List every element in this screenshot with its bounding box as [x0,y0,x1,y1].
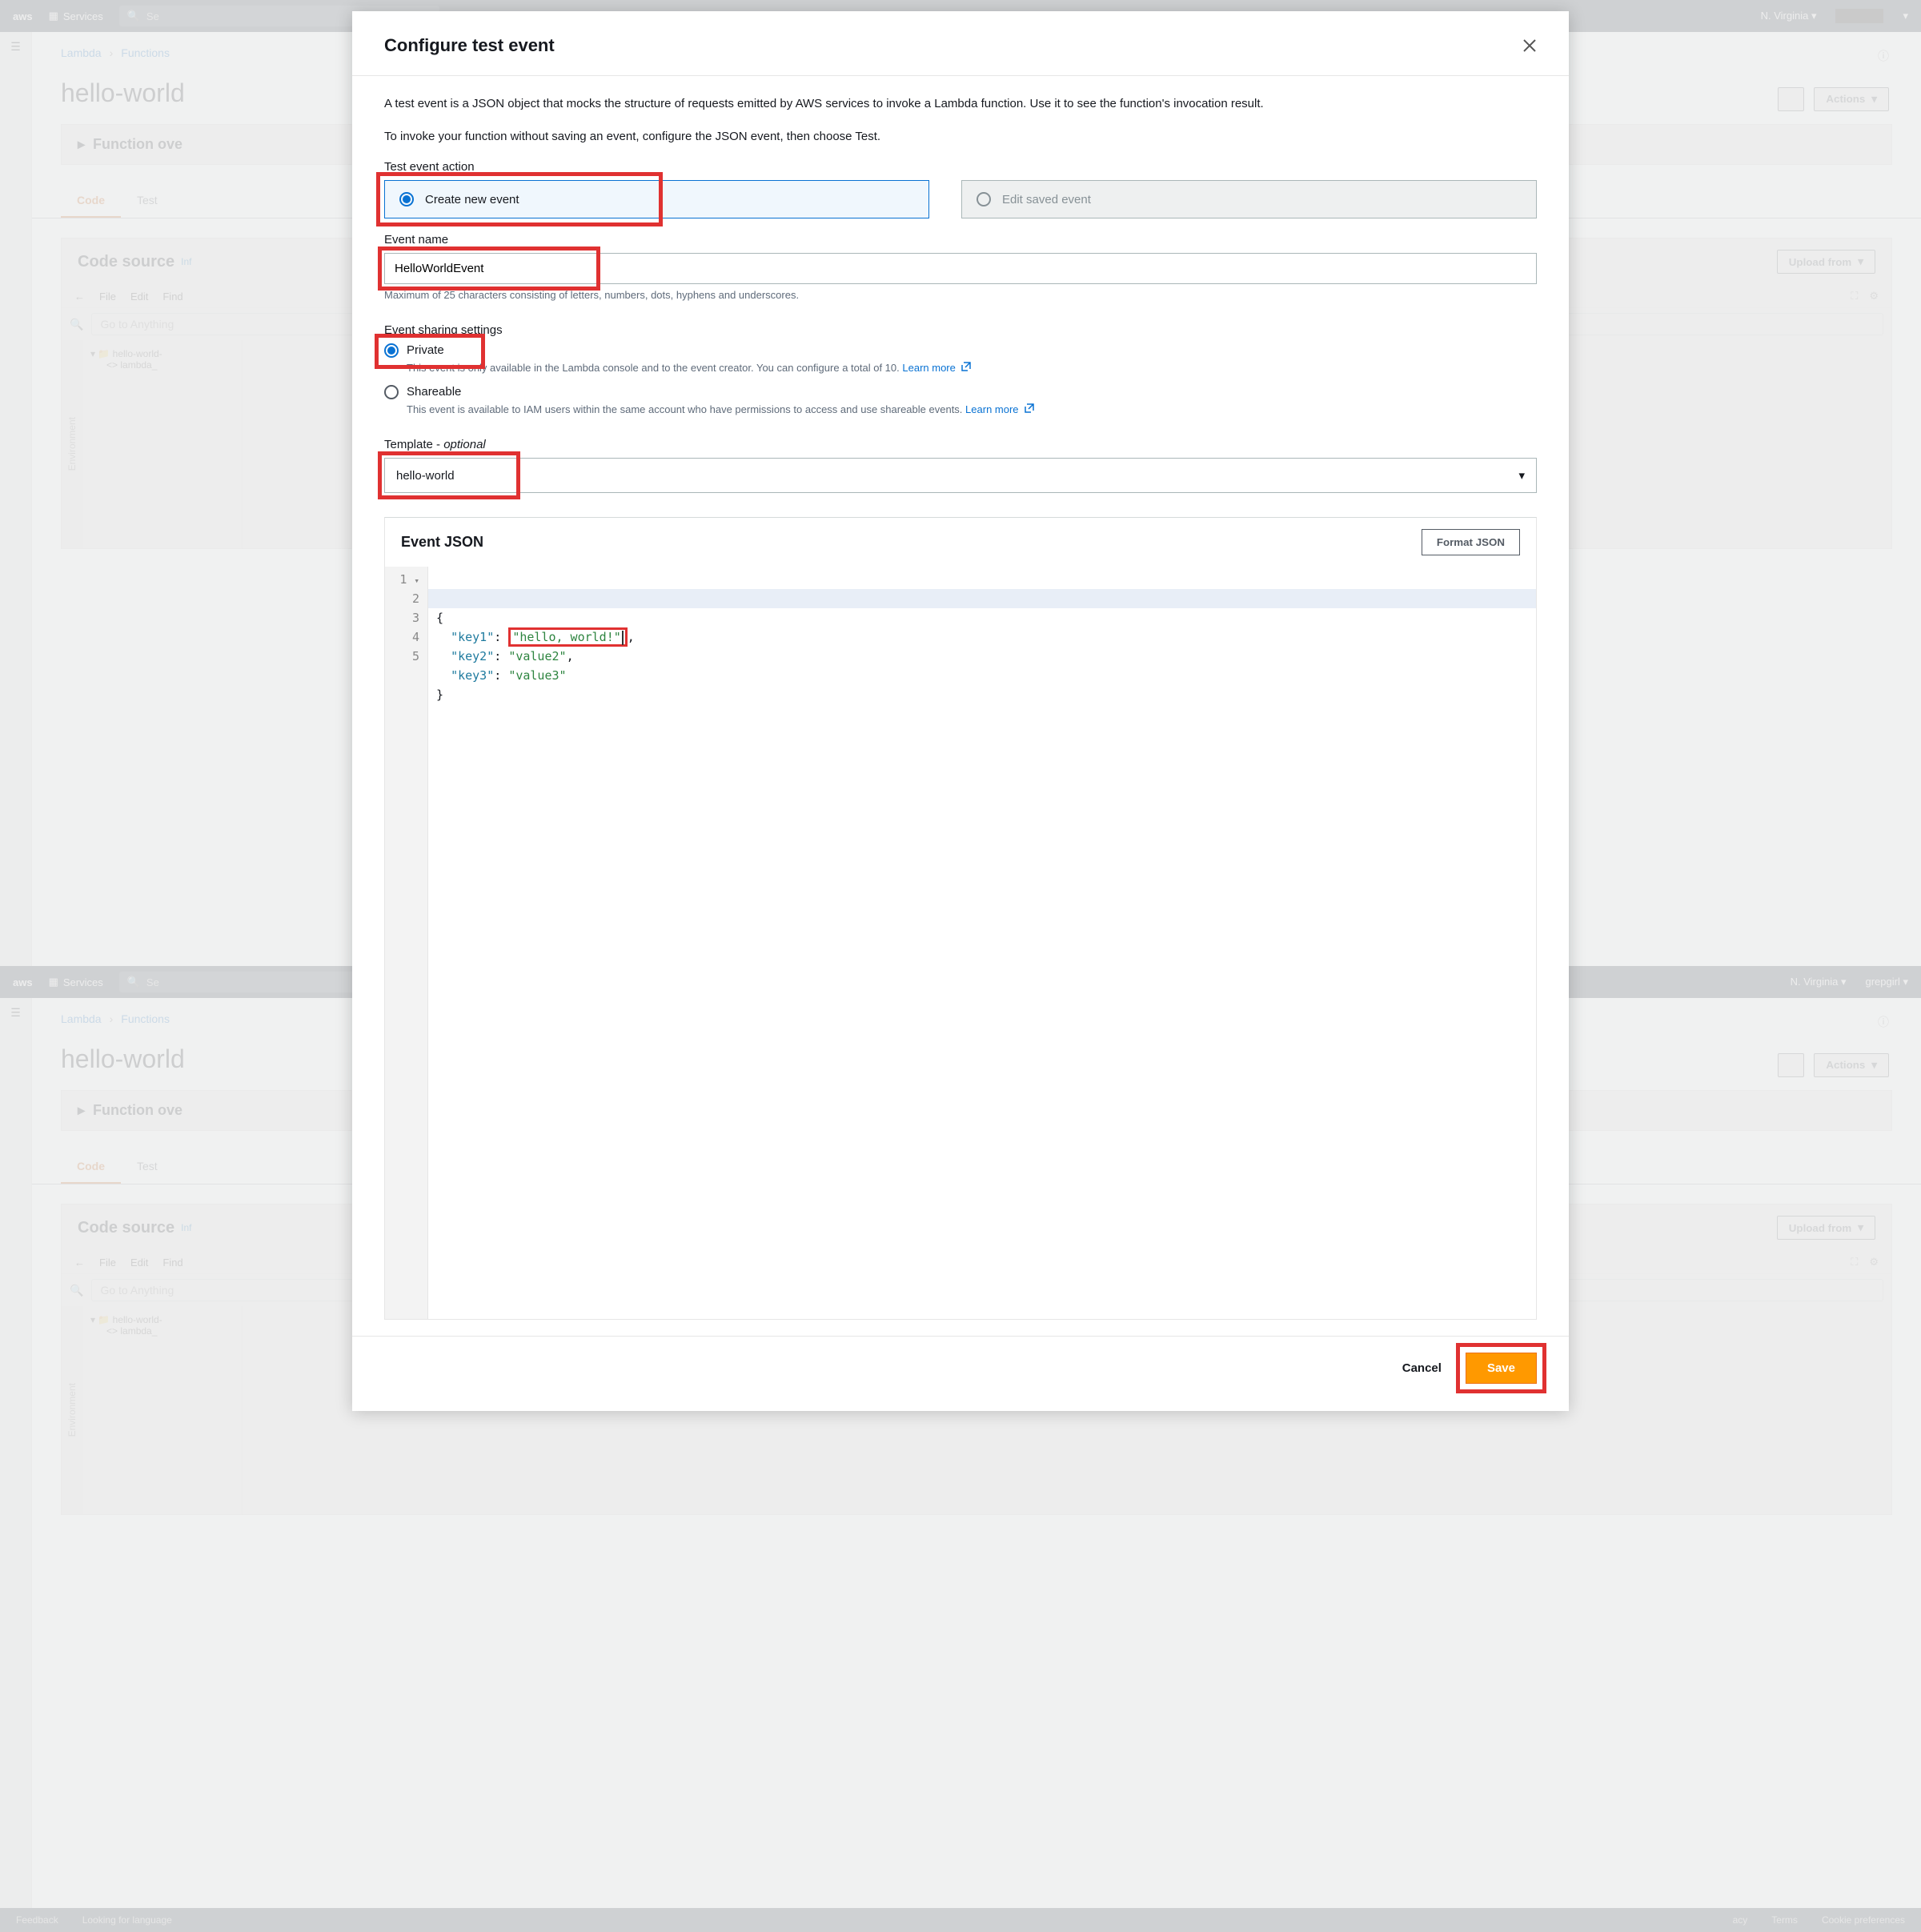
text-caret [622,631,624,645]
radio-selected-icon [384,343,399,358]
cancel-button[interactable]: Cancel [1398,1353,1446,1384]
edited-value-highlight: "hello, world!" [508,627,627,647]
learn-more-shareable-link[interactable]: Learn more [965,403,1034,415]
chevron-down-icon: ▾ [1518,468,1525,483]
event-json-title: Event JSON [401,534,483,551]
test-event-action-label: Test event action [384,160,1537,174]
radio-selected-icon [399,192,414,206]
external-link-icon [961,362,971,371]
private-help: This event is only available in the Lamb… [407,362,1537,374]
event-name-help: Maximum of 25 characters consisting of l… [384,289,1537,301]
sharing-private-row[interactable]: Private This event is only available in … [384,343,1537,374]
json-editor[interactable]: 1 ▾2345 { "key1": "hello, world!", "key2… [385,567,1536,1319]
create-new-event-label: Create new event [425,193,519,206]
modal-title: Configure test event [384,35,555,56]
sharing-shareable-row[interactable]: Shareable This event is available to IAM… [384,385,1537,415]
modal-footer: Cancel Save [352,1336,1569,1411]
modal-body: A test event is a JSON object that mocks… [352,76,1569,1328]
modal-header: Configure test event [352,11,1569,76]
configure-test-event-modal: Configure test event A test event is a J… [352,11,1569,1411]
test-event-action-group: Create new event Edit saved event [384,180,1537,218]
event-json-panel: Event JSON Format JSON 1 ▾2345 { "key1":… [384,517,1537,1320]
close-icon[interactable] [1522,38,1537,53]
event-sharing-label: Event sharing settings [384,323,1537,337]
modal-description-1: A test event is a JSON object that mocks… [384,95,1537,114]
learn-more-private-link[interactable]: Learn more [902,362,971,374]
shareable-help: This event is available to IAM users wit… [407,403,1537,415]
template-value: hello-world [396,469,455,483]
external-link-icon [1025,403,1034,413]
editor-code-area[interactable]: { "key1": "hello, world!", "key2": "valu… [428,567,1536,1319]
format-json-button[interactable]: Format JSON [1422,529,1520,555]
private-label: Private [407,343,444,357]
radio-unselected-icon [384,385,399,399]
radio-disabled-icon [977,192,991,206]
save-button[interactable]: Save [1466,1353,1537,1384]
create-new-event-option[interactable]: Create new event [384,180,929,218]
editor-gutter: 1 ▾2345 [385,567,428,1319]
shareable-label: Shareable [407,385,461,399]
modal-description-2: To invoke your function without saving a… [384,128,1537,146]
event-name-label: Event name [384,233,1537,247]
event-name-input[interactable] [384,253,1537,284]
edit-saved-event-option: Edit saved event [961,180,1537,218]
template-label: Template - optional [384,438,1537,451]
edit-saved-event-label: Edit saved event [1002,193,1091,206]
template-select[interactable]: hello-world ▾ [384,458,1537,493]
